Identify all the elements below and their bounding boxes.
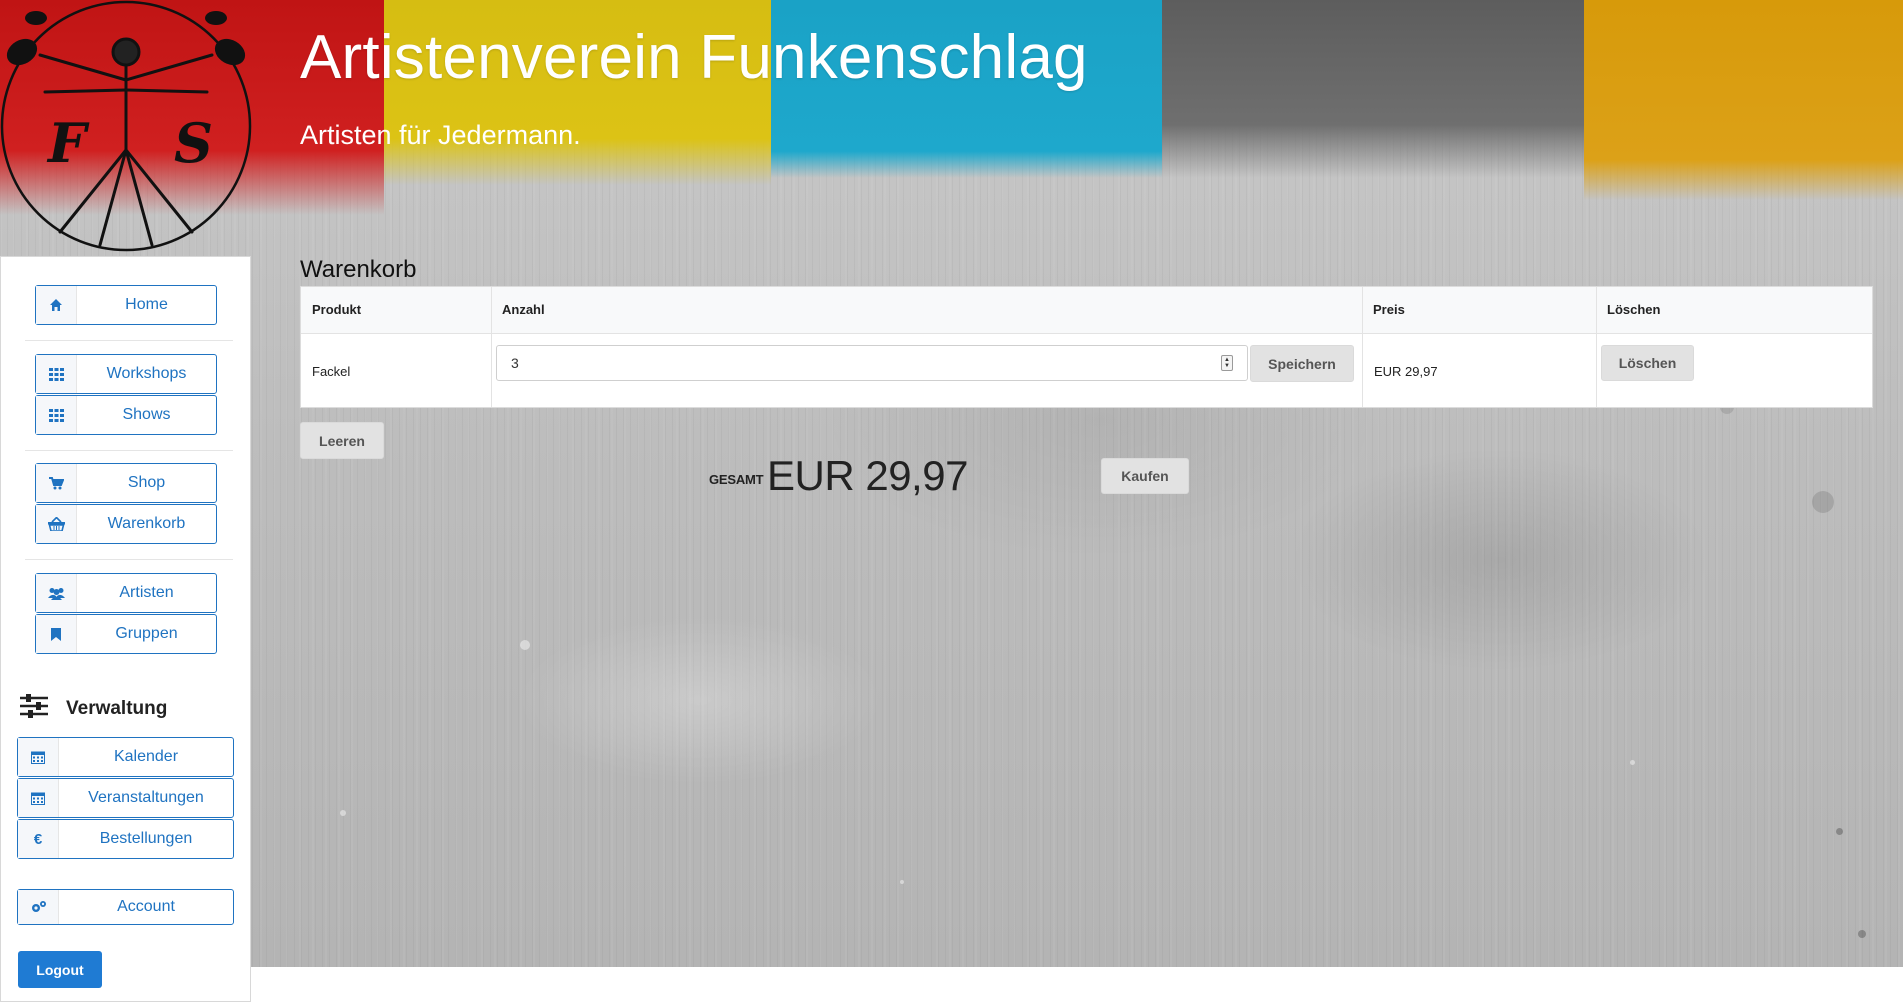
sliders-icon [20, 694, 48, 723]
nav-shop-label: Shop [127, 474, 166, 491]
cart-item-price: EUR 29,97 [1374, 364, 1438, 379]
quantity-stepper[interactable]: 3 ▲ ▼ [496, 345, 1248, 381]
users-icon [36, 574, 77, 612]
euro-icon: € [18, 820, 59, 858]
basket-icon [36, 505, 77, 543]
cart-title: Warenkorb [300, 256, 417, 283]
nav-shows-label: Shows [122, 406, 171, 423]
sidebar-divider [25, 340, 233, 341]
nav-home-button[interactable]: Home [35, 285, 217, 325]
sidebar-divider [25, 450, 233, 451]
cart-table-header: Produkt Anzahl Preis Löschen [301, 287, 1872, 334]
admin-section-title: Verwaltung [66, 697, 168, 719]
stepper-arrows-icon[interactable]: ▲ ▼ [1221, 355, 1233, 371]
quantity-value: 3 [511, 355, 519, 371]
nav-gruppen-button[interactable]: Gruppen [35, 614, 217, 654]
nav-account-label: Account [117, 898, 175, 915]
nav-bestellungen-button[interactable]: € Bestellungen [17, 819, 234, 859]
nav-account-button[interactable]: Account [17, 889, 234, 925]
nav-warenkorb-button[interactable]: Warenkorb [35, 504, 217, 544]
cart-icon [36, 464, 77, 502]
nav-bestellungen-label: Bestellungen [99, 830, 193, 847]
logo-letter-f: F [46, 111, 90, 175]
nav-veranstaltungen-label: Veranstaltungen [88, 789, 204, 806]
logo-letter-s: S [174, 111, 213, 175]
calendar-icon [18, 779, 59, 817]
nav-workshops-button[interactable]: Workshops [35, 354, 217, 394]
total-label: GESAMT [709, 472, 764, 487]
site-title: Artistenverein Funkenschlag [300, 23, 1088, 92]
grid-icon [36, 355, 77, 393]
logout-button[interactable]: Logout [18, 951, 102, 988]
nav-kalender-label: Kalender [113, 748, 179, 765]
buy-button[interactable]: Kaufen [1101, 458, 1189, 494]
delete-item-button[interactable]: Löschen [1601, 345, 1694, 381]
nav-artisten-button[interactable]: Artisten [35, 573, 217, 613]
column-header-preis: Preis [1373, 302, 1405, 317]
nav-shows-button[interactable]: Shows [35, 395, 217, 435]
color-strip-gray [1162, 0, 1584, 178]
gears-icon [18, 890, 59, 924]
site-logo[interactable]: F S [0, 0, 254, 254]
nav-warenkorb-label: Warenkorb [107, 515, 186, 532]
color-strip-orange [1584, 0, 1903, 200]
nav-shop-button[interactable]: Shop [35, 463, 217, 503]
bookmark-icon [36, 615, 77, 653]
column-header-anzahl: Anzahl [502, 302, 545, 317]
column-header-produkt: Produkt [312, 302, 362, 317]
nav-home-label: Home [125, 296, 168, 313]
nav-workshops-label: Workshops [106, 365, 187, 382]
column-header-loeschen: Löschen [1607, 302, 1661, 317]
nav-kalender-button[interactable]: Kalender [17, 737, 234, 777]
save-quantity-button[interactable]: Speichern [1250, 345, 1354, 382]
sidebar-divider [25, 559, 233, 560]
nav-veranstaltungen-button[interactable]: Veranstaltungen [17, 778, 234, 818]
site-tagline: Artisten für Jedermann. [300, 120, 581, 150]
cart-product-name: Fackel [312, 364, 351, 379]
admin-section-header: Verwaltung [20, 694, 167, 723]
calendar-icon [18, 738, 59, 776]
nav-artisten-label: Artisten [119, 584, 174, 601]
cart-table: Produkt Anzahl Preis Löschen Fackel 3 ▲ ▼… [300, 286, 1873, 408]
clear-cart-button[interactable]: Leeren [300, 422, 384, 459]
grid-icon [36, 396, 77, 434]
total-value: EUR 29,97 [767, 452, 968, 499]
nav-gruppen-label: Gruppen [115, 625, 178, 642]
home-icon [36, 286, 77, 324]
